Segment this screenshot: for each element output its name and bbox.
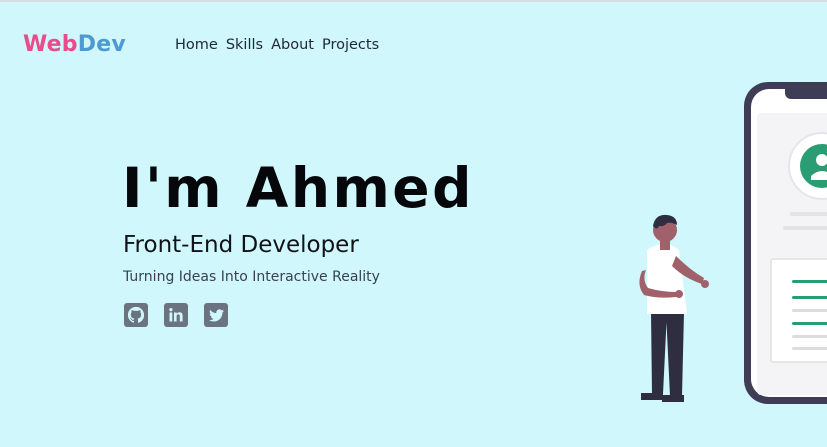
hero-illustration <box>639 82 827 404</box>
person-illustration <box>639 214 709 402</box>
phone-mockup-illustration <box>744 82 827 404</box>
